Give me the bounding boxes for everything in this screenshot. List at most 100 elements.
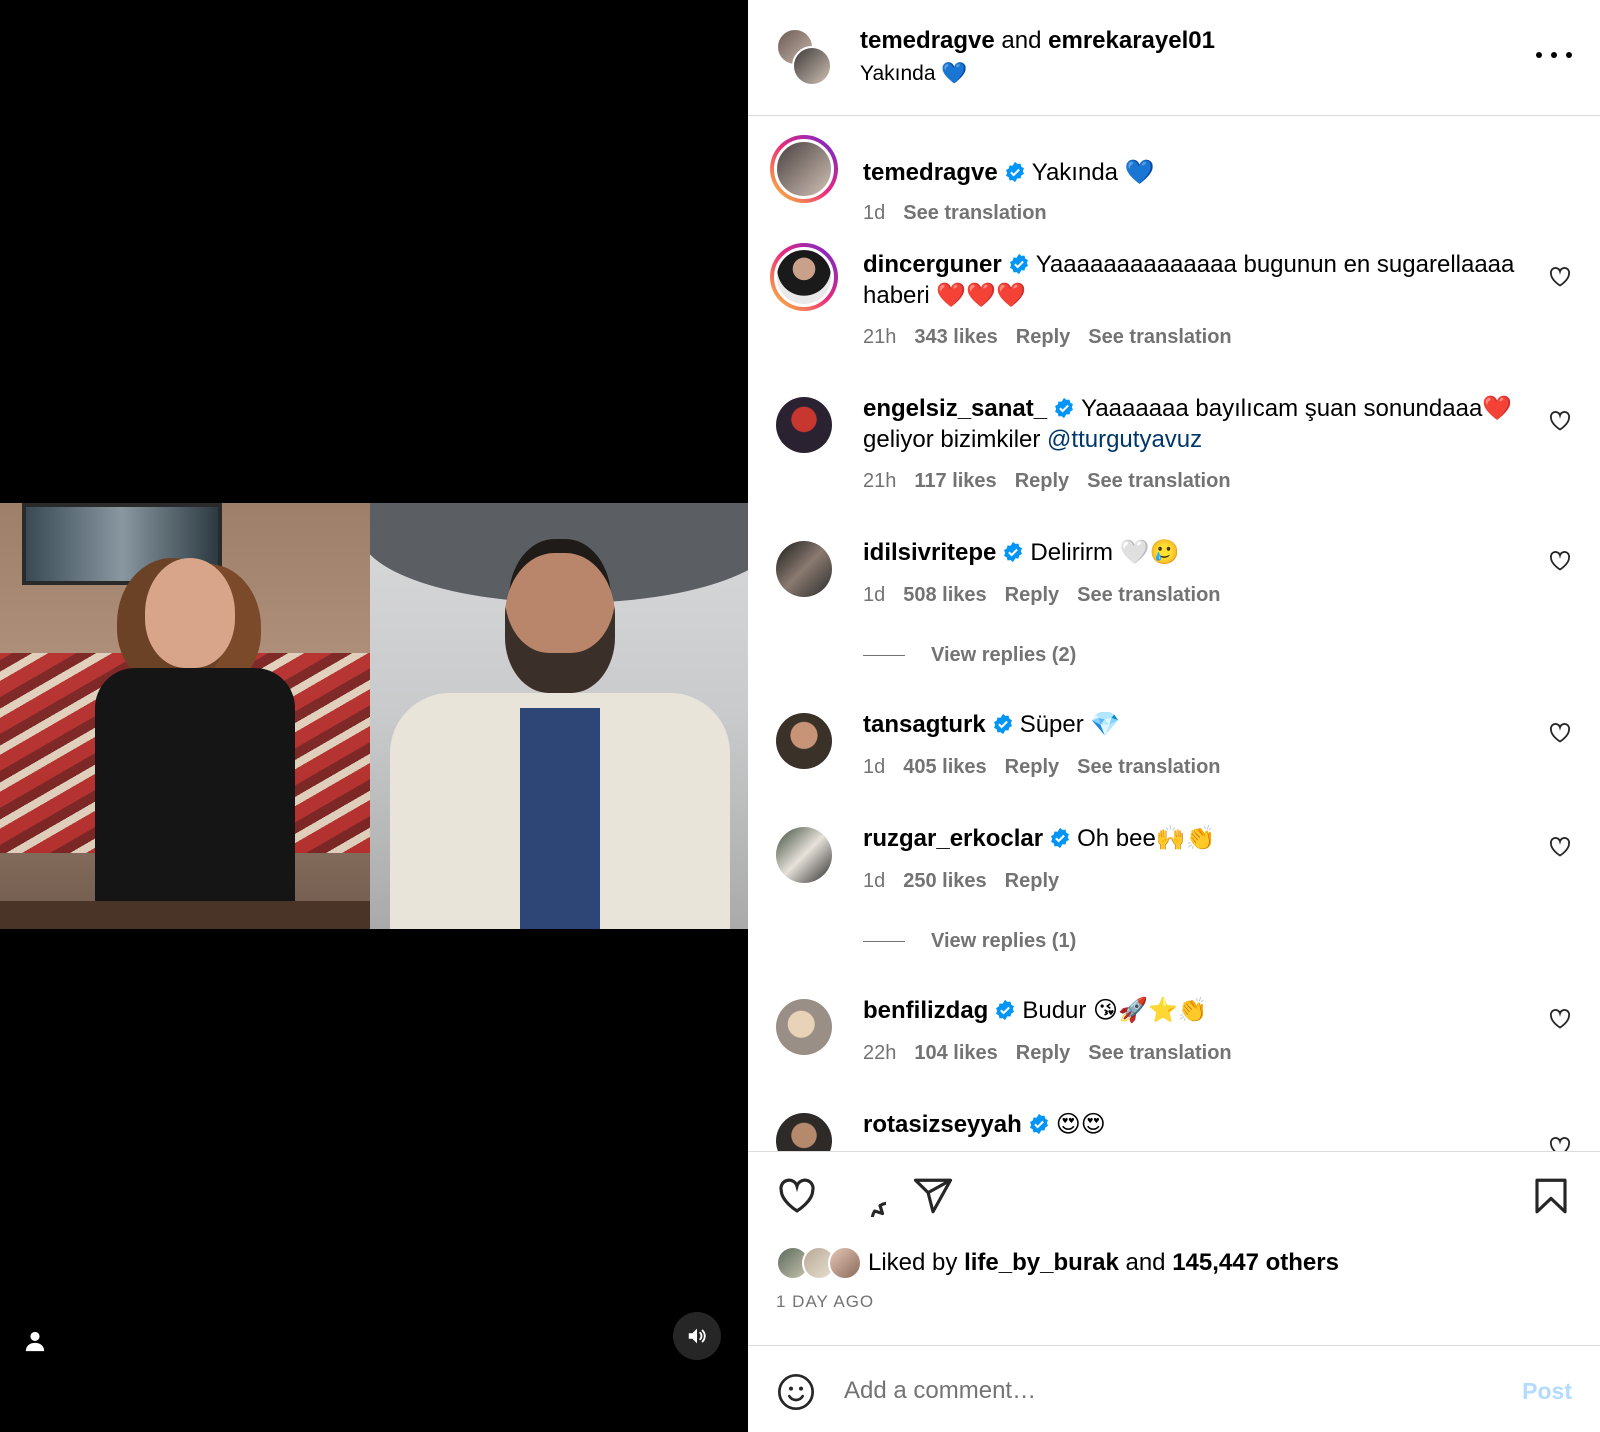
comment-likes[interactable]: 104 likes: [914, 1042, 997, 1064]
bookmark-icon[interactable]: [1530, 1175, 1572, 1217]
comment-text: Budur 😘🚀⭐👏: [1022, 997, 1208, 1024]
comment-username[interactable]: idilsivritepe: [863, 539, 996, 566]
comment-time[interactable]: 21h: [863, 326, 896, 348]
video-frame[interactable]: [0, 503, 748, 929]
reply-button[interactable]: Reply: [1016, 1042, 1070, 1064]
add-comment-bar: Post: [748, 1345, 1600, 1432]
avatar[interactable]: [770, 243, 838, 311]
comment-likes[interactable]: 508 likes: [903, 584, 986, 606]
header-user-1[interactable]: temedragve: [860, 27, 995, 54]
comments-list[interactable]: temedragve Yakında 💙 1d See translation di…: [748, 117, 1600, 1151]
header-user-2[interactable]: emrekarayel01: [1048, 27, 1215, 54]
verified-badge-icon: [1009, 253, 1028, 275]
actions-divider: [748, 1151, 1600, 1152]
comment-username[interactable]: tansagturk: [863, 711, 986, 738]
liked-by-avatars: [776, 1246, 862, 1280]
avatar[interactable]: [770, 135, 838, 203]
reply-button[interactable]: Reply: [1016, 326, 1070, 348]
comment-username[interactable]: engelsiz_sanat_: [863, 395, 1047, 422]
comment-likes[interactable]: 405 likes: [903, 756, 986, 778]
view-replies-button[interactable]: View replies (2): [863, 642, 1076, 668]
video-right-scene: [370, 503, 748, 929]
comment-likes[interactable]: 343 likes: [914, 326, 997, 348]
avatar[interactable]: [776, 827, 832, 883]
comment-username[interactable]: rotasizseyyah: [863, 1111, 1022, 1138]
comment-time[interactable]: 1d: [863, 756, 885, 778]
see-translation-button[interactable]: See translation: [1088, 326, 1231, 348]
post-comment-button[interactable]: Post: [1522, 1378, 1572, 1405]
post-date[interactable]: 1 DAY AGO: [776, 1292, 874, 1312]
avatar[interactable]: [776, 1113, 832, 1151]
comment-username[interactable]: dincerguner: [863, 251, 1002, 278]
verified-badge-icon: [1004, 541, 1023, 563]
comment-likes[interactable]: 117 likes: [914, 470, 996, 492]
heart-icon[interactable]: [1548, 835, 1572, 859]
comment-likes[interactable]: 250 likes: [903, 870, 986, 892]
see-translation-button[interactable]: See translation: [1087, 470, 1230, 492]
liked-joiner: and: [1125, 1249, 1166, 1276]
collab-avatars[interactable]: [776, 28, 834, 86]
reply-button[interactable]: Reply: [1005, 870, 1059, 892]
heart-icon[interactable]: [1548, 549, 1572, 573]
comment-mention-link[interactable]: @tturgutyavuz: [1047, 426, 1202, 453]
see-translation-button[interactable]: See translation: [1077, 756, 1220, 778]
view-replies-label: View replies (2): [931, 644, 1077, 666]
comment-time[interactable]: 1d: [863, 202, 885, 224]
header-audio-label[interactable]: Yakında 💙: [860, 60, 967, 88]
comment-text: Delirirm 🤍🥲: [1030, 539, 1180, 566]
like-icon[interactable]: [776, 1175, 818, 1217]
share-icon[interactable]: [912, 1175, 954, 1217]
header-joiner: and: [1001, 27, 1042, 54]
heart-icon[interactable]: [1548, 721, 1572, 745]
comment-time[interactable]: 1d: [863, 870, 885, 892]
more-options-icon[interactable]: [1536, 40, 1572, 70]
comment-time[interactable]: 1d: [863, 584, 885, 606]
liked-by-text: Liked by life_by_burak and 145,447 other…: [868, 1249, 1339, 1277]
comment-input[interactable]: [844, 1368, 1484, 1414]
liked-by-user[interactable]: life_by_burak: [964, 1249, 1119, 1276]
verified-badge-icon: [1055, 397, 1074, 419]
avatar[interactable]: [776, 713, 832, 769]
heart-icon[interactable]: [1548, 265, 1572, 289]
see-translation-button[interactable]: See translation: [903, 202, 1046, 224]
verified-badge-icon: [993, 713, 1012, 735]
speaker-icon: [688, 1328, 706, 1344]
verified-badge-icon: [1051, 827, 1070, 849]
heart-icon[interactable]: [1548, 1135, 1572, 1151]
comment-icon[interactable]: [844, 1175, 886, 1217]
video-left-scene: [0, 503, 370, 929]
comment-time[interactable]: 21h: [863, 470, 896, 492]
heart-icon[interactable]: [1548, 1007, 1572, 1031]
comment-text: Süper 💎: [1019, 711, 1121, 738]
liked-prefix: Liked by: [868, 1249, 958, 1276]
verified-badge-icon: [1029, 1113, 1048, 1135]
see-translation-button[interactable]: See translation: [1088, 1042, 1231, 1064]
verified-badge-icon: [996, 999, 1015, 1021]
post-media[interactable]: [0, 0, 748, 1432]
comment-time[interactable]: 22h: [863, 1042, 896, 1064]
sound-toggle-button[interactable]: [673, 1312, 721, 1360]
emoji-icon[interactable]: [776, 1372, 816, 1412]
avatar[interactable]: [776, 999, 832, 1055]
comment-username[interactable]: temedragve: [863, 159, 998, 186]
comment-text: 😍😍: [1055, 1111, 1106, 1138]
tagged-users-icon[interactable]: [24, 1330, 46, 1352]
comment-text: Oh bee🙌👏: [1077, 825, 1216, 852]
reply-button[interactable]: Reply: [1015, 470, 1069, 492]
view-replies-label: View replies (1): [931, 930, 1077, 952]
reply-button[interactable]: Reply: [1005, 756, 1059, 778]
avatar[interactable]: [776, 541, 832, 597]
liked-by[interactable]: Liked by life_by_burak and 145,447 other…: [776, 1246, 1339, 1280]
post-side-panel: temedragve and emrekarayel01 Yakında 💙 t…: [748, 0, 1600, 1432]
post-header: temedragve and emrekarayel01 Yakında 💙: [748, 0, 1600, 116]
comment-username[interactable]: ruzgar_erkoclar: [863, 825, 1043, 852]
collab-usernames: temedragve and emrekarayel01: [860, 26, 1215, 56]
heart-icon[interactable]: [1548, 409, 1572, 433]
avatar[interactable]: [776, 397, 832, 453]
see-translation-button[interactable]: See translation: [1077, 584, 1220, 606]
view-replies-button[interactable]: View replies (1): [863, 928, 1076, 954]
comment-username[interactable]: benfilizdag: [863, 997, 988, 1024]
likes-count[interactable]: 145,447 others: [1172, 1249, 1339, 1276]
verified-badge-icon: [1005, 161, 1024, 183]
reply-button[interactable]: Reply: [1005, 584, 1059, 606]
